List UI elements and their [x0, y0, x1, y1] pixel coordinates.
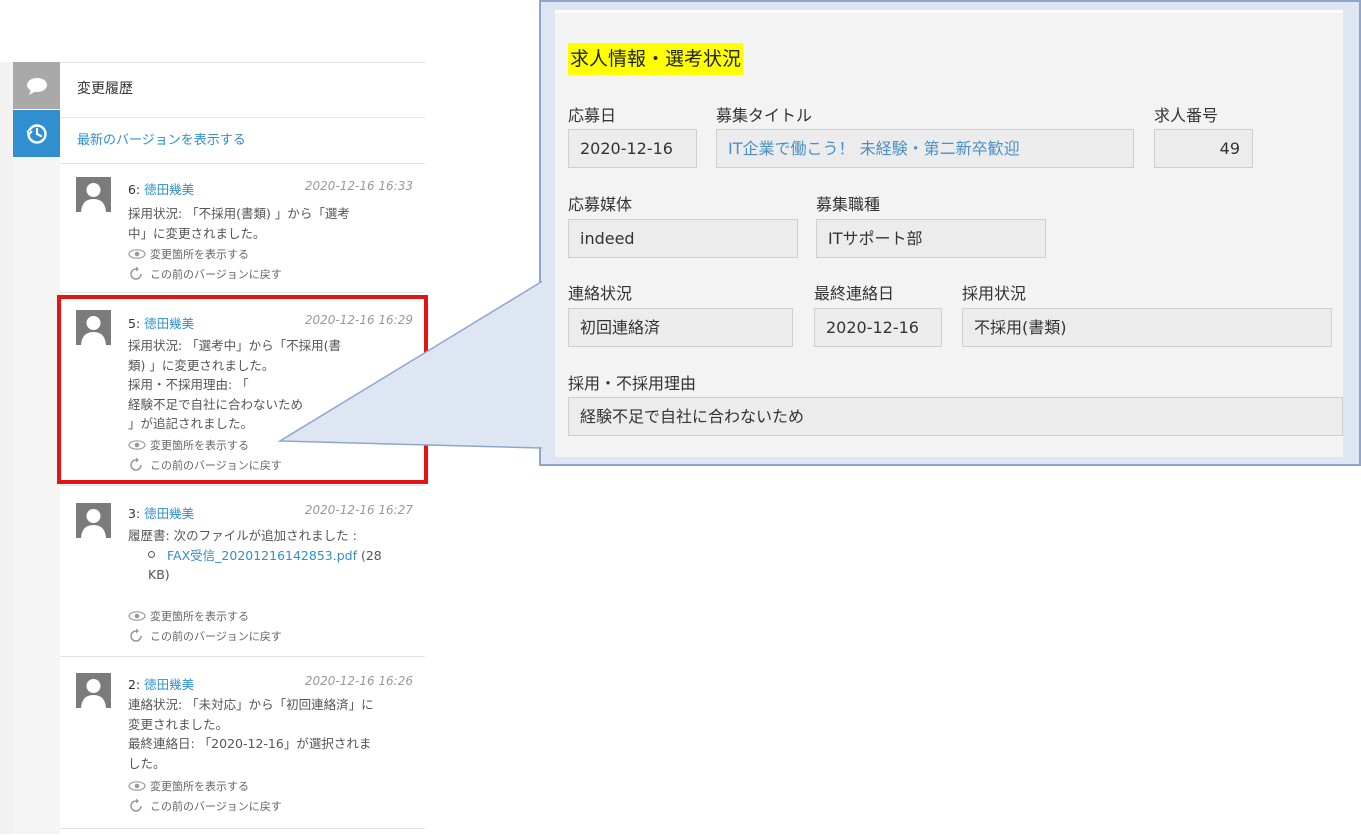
hire-status-field[interactable]: 不採用(書類): [962, 308, 1332, 347]
media-label: 応募媒体: [568, 195, 633, 214]
contact-status-label: 連絡状況: [568, 284, 633, 303]
last-contact-field[interactable]: 2020-12-16: [814, 308, 942, 347]
apply-date-label: 応募日: [568, 106, 617, 125]
apply-date-field[interactable]: 2020-12-16: [568, 129, 697, 168]
job-number-label: 求人番号: [1154, 106, 1219, 125]
last-contact-label: 最終連絡日: [814, 284, 895, 303]
job-type-label: 募集職種: [816, 195, 881, 214]
contact-status-field[interactable]: 初回連絡済: [568, 308, 793, 347]
job-type-field[interactable]: ITサポート部: [816, 219, 1046, 258]
media-field[interactable]: indeed: [568, 219, 798, 258]
reason-field[interactable]: 経験不足で自社に合わないため: [568, 397, 1343, 436]
job-title-label: 募集タイトル: [716, 106, 813, 125]
reason-label: 採用・不採用理由: [568, 374, 697, 393]
hire-status-label: 採用状況: [962, 284, 1027, 303]
job-number-field[interactable]: 49: [1154, 129, 1253, 168]
form-section-title: 求人情報・選考状況: [568, 43, 744, 75]
job-title-field[interactable]: IT企業で働こう！ 未経験・第二新卒歓迎: [716, 129, 1134, 168]
